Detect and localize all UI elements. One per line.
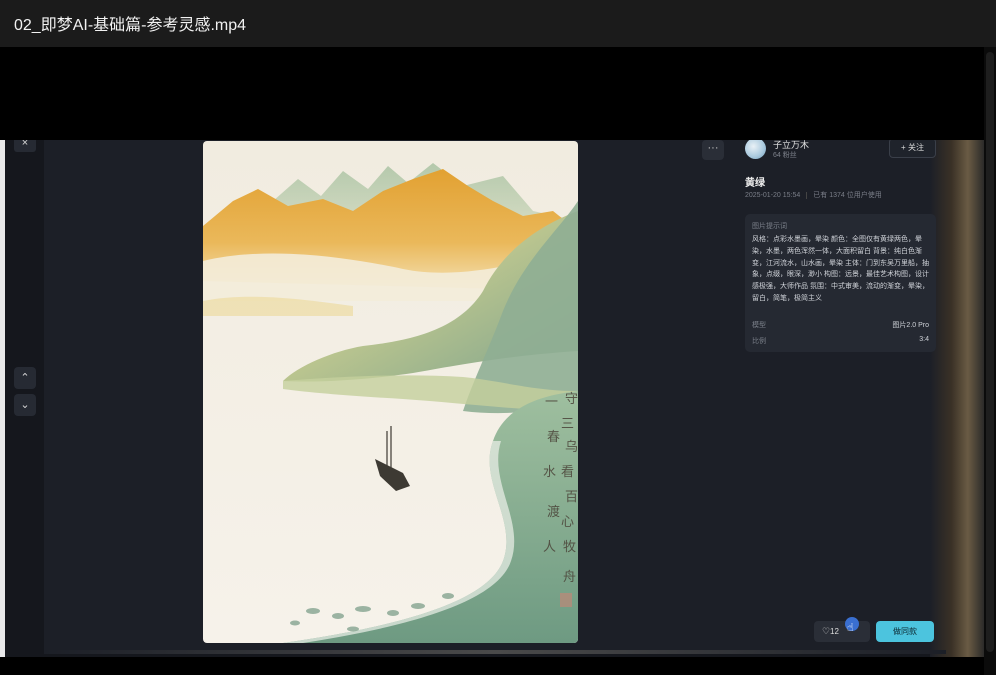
ratio-value: 3:4 <box>919 336 929 343</box>
svg-text:守: 守 <box>565 391 578 406</box>
model-label: 模型 <box>752 322 766 329</box>
usage-count: 已有 1374 位用户使用 <box>813 192 882 199</box>
svg-text:水: 水 <box>543 464 556 479</box>
prompt-label: 图片提示词 <box>752 223 787 230</box>
svg-text:牧: 牧 <box>563 539 576 554</box>
ink-landscape-painting: 守三乌 看百心 一春水 渡人牧 舟 <box>203 141 578 643</box>
more-options-icon[interactable]: ··· <box>702 140 724 160</box>
artwork-meta: 2025-01-20 15:54 已有 1374 位用户使用 <box>745 190 882 200</box>
make-same-button[interactable]: 做同款 <box>876 621 934 642</box>
hand-cursor-icon: ☝ <box>847 622 854 634</box>
video-frame[interactable]: × ⌃ ⌄ ··· 守 三 乌 看 百 心 一 春 水 渡 人 牧 舟 子立万木… <box>0 140 984 657</box>
like-count: 12 <box>830 627 839 636</box>
title-bar: 02_即梦AI-基础篇-参考灵感.mp4 <box>0 0 996 47</box>
svg-text:一: 一 <box>545 394 558 409</box>
right-edge-glow <box>930 140 984 657</box>
window-title: 02_即梦AI-基础篇-参考灵感.mp4 <box>14 17 247 34</box>
prompt-card: 图片提示词 风格：点彩水墨画，晕染 颜色：全图仅有黄绿两色，晕染，水墨，两色浑然… <box>745 214 936 352</box>
svg-text:百: 百 <box>565 489 578 504</box>
svg-text:乌: 乌 <box>565 439 578 454</box>
scrollbar-thumb[interactable] <box>986 52 994 652</box>
svg-text:舟: 舟 <box>563 569 576 584</box>
artwork-image: 守三乌 看百心 一春水 渡人牧 舟 <box>203 141 578 643</box>
follower-count: 64 粉丝 <box>773 152 797 159</box>
svg-text:心: 心 <box>561 514 574 529</box>
meta-divider <box>806 191 808 199</box>
follow-button[interactable]: + 关注 <box>889 140 936 158</box>
artwork-title: 黄绿 <box>745 178 765 189</box>
ratio-label: 比例 <box>752 338 766 345</box>
model-value: 图片2.0 Pro <box>892 322 929 329</box>
chevron-down-icon[interactable]: ⌄ <box>14 394 36 416</box>
svg-text:三: 三 <box>561 416 574 431</box>
like-button[interactable]: ♡ 12 <box>814 621 870 642</box>
prompt-text: 风格：点彩水墨画，晕染 颜色：全图仅有黄绿两色，晕染，水墨，两色浑然一体，大面积… <box>752 236 929 302</box>
publish-date: 2025-01-20 15:54 <box>745 192 801 199</box>
close-icon[interactable]: × <box>14 140 36 152</box>
heart-icon: ♡ <box>822 626 831 636</box>
svg-text:看: 看 <box>561 464 574 479</box>
svg-text:人: 人 <box>543 539 556 554</box>
svg-text:春: 春 <box>547 429 560 444</box>
svg-text:渡: 渡 <box>547 504 560 519</box>
chevron-up-icon[interactable]: ⌃ <box>14 367 36 389</box>
bottom-divider <box>44 650 946 654</box>
left-edge-strip <box>0 140 5 657</box>
